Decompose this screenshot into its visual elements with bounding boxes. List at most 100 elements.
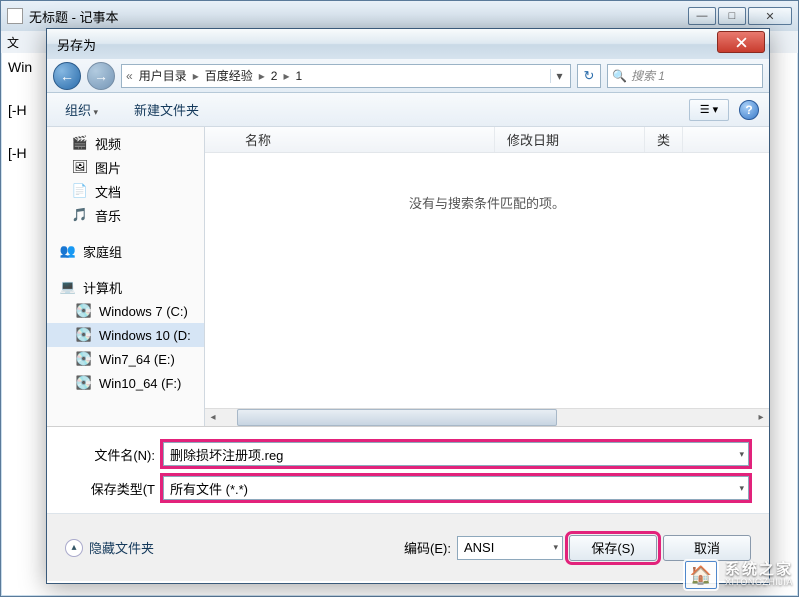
save-button[interactable]: 保存(S) <box>569 535 657 561</box>
sidebar-item-drive-e[interactable]: 💽 Win7_64 (E:) <box>47 347 204 371</box>
sidebar-item-music[interactable]: 🎵 音乐 <box>47 203 204 227</box>
minimize-button[interactable]: — <box>688 7 716 25</box>
scrollbar-thumb[interactable] <box>237 409 557 426</box>
breadcrumb-seg-1[interactable]: 用户目录 <box>135 67 191 84</box>
organize-button[interactable]: 组织 <box>57 96 106 123</box>
cancel-button[interactable]: 取消 <box>663 535 751 561</box>
sidebar-item-documents[interactable]: 📄 文档 <box>47 179 204 203</box>
dialog-toolbar: 组织 新建文件夹 ☰ ▾ ? <box>47 93 769 127</box>
dialog-title: 另存为 <box>47 35 96 54</box>
sidebar-item-drive-f[interactable]: 💽 Win10_64 (F:) <box>47 371 204 395</box>
sidebar-label: Win10_64 (F:) <box>99 376 181 391</box>
column-date[interactable]: 修改日期 <box>495 127 645 152</box>
filetype-select[interactable]: 所有文件 (*.*) ▾ <box>163 476 749 500</box>
video-icon: 🎬 <box>71 135 89 151</box>
filename-input[interactable]: 删除损坏注册项.reg ▾ <box>163 442 749 466</box>
chevron-right-icon: ▸ <box>281 69 291 83</box>
sidebar: 🎬 视频 🖼 图片 📄 文档 🎵 音乐 👥家庭组 💻 计算机 💽Windows 7 (C:… <box>47 127 205 426</box>
breadcrumb-dropdown-icon[interactable]: ▾ <box>550 69 568 83</box>
sidebar-item-computer[interactable]: 💻 计算机 <box>47 275 204 299</box>
sidebar-label: 图片 <box>95 158 121 177</box>
filename-label: 文件名(N): <box>67 445 163 464</box>
dialog-button-bar: ▴ 隐藏文件夹 编码(E): ANSI ▾ 保存(S) 取消 <box>47 513 769 581</box>
chevron-right-icon: ▸ <box>191 69 201 83</box>
dropdown-icon[interactable]: ▾ <box>739 449 744 460</box>
dialog-inputs: 文件名(N): 删除损坏注册项.reg ▾ 保存类型(T 所有文件 (*.*) … <box>47 427 769 513</box>
sidebar-label: 视频 <box>95 134 121 153</box>
sidebar-label: 音乐 <box>95 206 121 225</box>
breadcrumb-seg-4[interactable]: 1 <box>292 69 307 83</box>
help-button[interactable]: ? <box>739 100 759 120</box>
breadcrumb-seg-3[interactable]: 2 <box>267 69 282 83</box>
computer-icon: 💻 <box>59 279 77 295</box>
save-button-label: 保存(S) <box>591 538 634 557</box>
empty-message: 没有与搜索条件匹配的项。 <box>205 153 769 426</box>
scroll-left-icon[interactable]: ◂ <box>205 409 221 426</box>
drive-icon: 💽 <box>75 303 93 319</box>
sidebar-label: 家庭组 <box>83 242 122 261</box>
sidebar-label: Windows 10 (D: <box>99 328 191 343</box>
music-icon: 🎵 <box>71 207 89 223</box>
watermark-cn: 系统之家 <box>725 562 793 579</box>
drive-icon: 💽 <box>75 375 93 391</box>
save-as-dialog: 另存为 ← → 用户目录 ▸ 百度经验 ▸ 2 ▸ 1 ▾ ↻ 🔍 搜索 1 组… <box>46 28 770 584</box>
dropdown-icon[interactable]: ▾ <box>553 542 558 553</box>
breadcrumb[interactable]: 用户目录 ▸ 百度经验 ▸ 2 ▸ 1 ▾ <box>121 64 571 88</box>
breadcrumb-seg-2[interactable]: 百度经验 <box>201 67 257 84</box>
forward-button[interactable]: → <box>87 62 115 90</box>
sidebar-item-drive-d[interactable]: 💽 Windows 10 (D: <box>47 323 204 347</box>
search-placeholder: 搜索 1 <box>631 67 665 84</box>
dropdown-icon[interactable]: ▾ <box>739 483 744 494</box>
dialog-close-button[interactable] <box>717 31 765 53</box>
notepad-titlebar: 无标题 - 记事本 — □ ✕ <box>1 1 798 31</box>
back-button[interactable]: ← <box>53 62 81 90</box>
hide-folders-label: 隐藏文件夹 <box>89 538 154 557</box>
breadcrumb-overflow-icon[interactable] <box>124 69 135 83</box>
dialog-titlebar: 另存为 <box>47 29 769 59</box>
sidebar-item-pictures[interactable]: 🖼 图片 <box>47 155 204 179</box>
filetype-label: 保存类型(T <box>67 479 163 498</box>
chevron-up-icon: ▴ <box>65 539 83 557</box>
chevron-right-icon: ▸ <box>257 69 267 83</box>
search-icon: 🔍 <box>612 69 627 83</box>
filename-value: 删除损坏注册项.reg <box>170 445 283 464</box>
watermark-logo-icon: 🏠 <box>683 559 719 591</box>
notepad-title: 无标题 - 记事本 <box>29 7 688 26</box>
sidebar-item-video[interactable]: 🎬 视频 <box>47 131 204 155</box>
sidebar-label: 计算机 <box>83 278 122 297</box>
column-type[interactable]: 类 <box>645 127 683 152</box>
encoding-value: ANSI <box>464 540 494 555</box>
horizontal-scrollbar[interactable]: ◂ ▸ <box>205 408 769 426</box>
watermark: 🏠 系统之家 XITONGZHIJIA <box>683 559 793 591</box>
search-input[interactable]: 🔍 搜索 1 <box>607 64 763 88</box>
column-name[interactable]: 名称 <box>205 127 495 152</box>
scroll-right-icon[interactable]: ▸ <box>753 409 769 426</box>
file-column-headers[interactable]: 名称 修改日期 类 <box>205 127 769 153</box>
drive-icon: 💽 <box>75 327 93 343</box>
notepad-icon <box>7 8 23 24</box>
dialog-main: 🎬 视频 🖼 图片 📄 文档 🎵 音乐 👥家庭组 💻 计算机 💽Windows 7 (C:… <box>47 127 769 427</box>
watermark-en: XITONGZHIJIA <box>725 578 793 588</box>
sidebar-label: Win7_64 (E:) <box>99 352 175 367</box>
view-mode-button[interactable]: ☰ ▾ <box>689 99 729 121</box>
hide-folders-toggle[interactable]: ▴ 隐藏文件夹 <box>65 538 154 557</box>
sidebar-label: 文档 <box>95 182 121 201</box>
newfolder-button[interactable]: 新建文件夹 <box>126 96 207 123</box>
encoding-label: 编码(E): <box>404 538 451 557</box>
refresh-button[interactable]: ↻ <box>577 64 601 88</box>
maximize-button[interactable]: □ <box>718 7 746 25</box>
pictures-icon: 🖼 <box>71 159 89 175</box>
documents-icon: 📄 <box>71 183 89 199</box>
watermark-text: 系统之家 XITONGZHIJIA <box>725 562 793 588</box>
sidebar-item-drive-c[interactable]: 💽Windows 7 (C:) <box>47 299 204 323</box>
close-button[interactable]: ✕ <box>748 7 792 25</box>
body-line2: [-H <box>8 102 27 118</box>
body-line1: Win <box>8 59 32 75</box>
drive-icon: 💽 <box>75 351 93 367</box>
address-bar: ← → 用户目录 ▸ 百度经验 ▸ 2 ▸ 1 ▾ ↻ 🔍 搜索 1 <box>47 59 769 93</box>
menu-file[interactable]: 文 <box>7 34 19 51</box>
body-line3: [-H <box>8 145 27 161</box>
sidebar-item-homegroup[interactable]: 👥家庭组 <box>47 239 204 263</box>
encoding-select[interactable]: ANSI ▾ <box>457 536 563 560</box>
filetype-value: 所有文件 (*.*) <box>170 479 248 498</box>
